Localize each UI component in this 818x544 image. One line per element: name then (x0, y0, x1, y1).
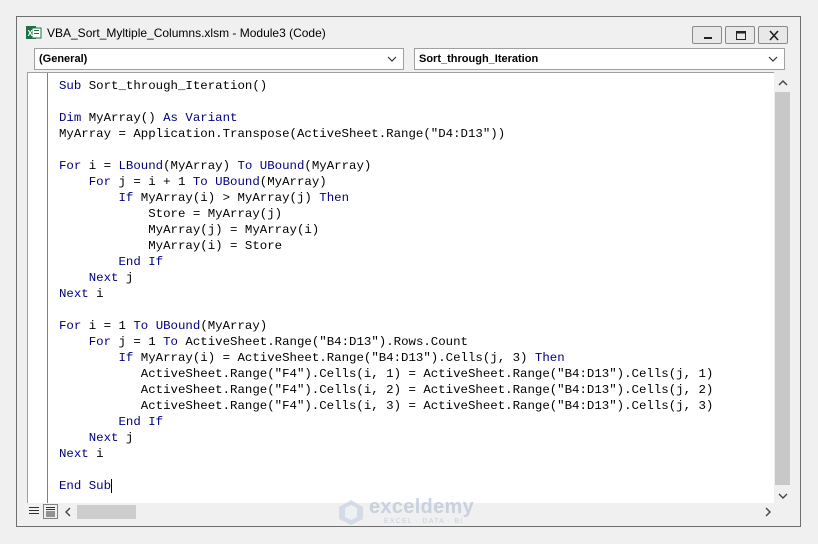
code-line[interactable] (59, 462, 775, 478)
maximize-icon (736, 31, 746, 40)
text-caret (111, 478, 113, 493)
code-line[interactable]: For j = i + 1 To UBound(MyArray) (59, 174, 775, 190)
code-line[interactable]: For i = LBound(MyArray) To UBound(MyArra… (59, 158, 775, 174)
object-combobox-value: (General) (39, 53, 88, 65)
code-line[interactable]: For i = 1 To UBound(MyArray) (59, 318, 775, 334)
maximize-button[interactable] (725, 26, 755, 44)
chevron-down-icon (768, 56, 778, 62)
chevron-down-icon (387, 56, 397, 62)
minimize-icon (704, 37, 712, 39)
full-module-view-icon (46, 507, 55, 517)
procedure-view-icon (29, 507, 39, 514)
code-line[interactable]: If MyArray(i) > MyArray(j) Then (59, 190, 775, 206)
code-line[interactable] (59, 94, 775, 110)
watermark-tagline: EXCEL · DATA · BI (384, 518, 464, 525)
code-line[interactable]: End If (59, 254, 775, 270)
code-line[interactable]: Next j (59, 430, 775, 446)
code-line[interactable]: Sub Sort_through_Iteration() (59, 78, 775, 94)
arrow-up-icon[interactable] (778, 79, 788, 87)
vertical-scrollbar[interactable] (774, 72, 792, 504)
code-line[interactable]: ActiveSheet.Range("F4").Cells(i, 3) = Ac… (59, 398, 775, 414)
code-line[interactable]: ActiveSheet.Range("F4").Cells(i, 1) = Ac… (59, 366, 775, 382)
arrow-down-icon[interactable] (778, 492, 788, 500)
code-editor[interactable]: Sub Sort_through_Iteration() Dim MyArray(… (27, 72, 790, 504)
code-line[interactable] (59, 302, 775, 318)
close-button[interactable] (758, 26, 788, 44)
svg-text:X: X (28, 29, 34, 38)
procedure-view-button[interactable] (27, 504, 42, 519)
watermark-name: exceldemy (369, 496, 474, 518)
procedure-combobox[interactable]: Sort_through_Iteration (414, 48, 785, 70)
exceldemy-logo-icon (339, 500, 363, 525)
code-line[interactable]: ActiveSheet.Range("F4").Cells(i, 2) = Ac… (59, 382, 775, 398)
window-title: VBA_Sort_Myltiple_Columns.xlsm - Module3… (47, 26, 326, 40)
exceldemy-watermark: exceldemy EXCEL · DATA · BI (337, 496, 487, 528)
title-bar[interactable]: X VBA_Sort_Myltiple_Columns.xlsm - Modul… (17, 17, 800, 47)
code-line[interactable]: MyArray = Application.Transpose(ActiveSh… (59, 126, 775, 142)
code-line[interactable]: End Sub (59, 478, 775, 494)
margin-indicator-bar[interactable] (28, 73, 48, 503)
vba-code-window: X VBA_Sort_Myltiple_Columns.xlsm - Modul… (16, 16, 801, 527)
code-line[interactable]: Next i (59, 286, 775, 302)
horizontal-scroll-thumb[interactable] (77, 505, 136, 519)
full-module-view-button[interactable] (43, 504, 58, 519)
code-area[interactable]: Sub Sort_through_Iteration() Dim MyArray(… (59, 78, 775, 503)
object-combobox[interactable]: (General) (34, 48, 404, 70)
excel-vba-icon: X (26, 26, 42, 39)
code-line[interactable]: End If (59, 414, 775, 430)
code-line[interactable]: MyArray(i) = Store (59, 238, 775, 254)
code-line[interactable]: Dim MyArray() As Variant (59, 110, 775, 126)
arrow-right-icon[interactable] (764, 507, 772, 517)
vertical-scroll-thumb[interactable] (775, 92, 790, 485)
code-line[interactable]: Next i (59, 446, 775, 462)
code-line[interactable]: Next j (59, 270, 775, 286)
close-icon (769, 30, 779, 41)
arrow-left-icon[interactable] (64, 507, 72, 517)
code-line[interactable]: For j = 1 To ActiveSheet.Range("B4:D13")… (59, 334, 775, 350)
code-line[interactable] (59, 142, 775, 158)
code-line[interactable]: MyArray(j) = MyArray(i) (59, 222, 775, 238)
code-line[interactable]: If MyArray(i) = ActiveSheet.Range("B4:D1… (59, 350, 775, 366)
code-line[interactable]: Store = MyArray(j) (59, 206, 775, 222)
minimize-button[interactable] (692, 26, 722, 44)
procedure-combobox-value: Sort_through_Iteration (419, 53, 539, 65)
